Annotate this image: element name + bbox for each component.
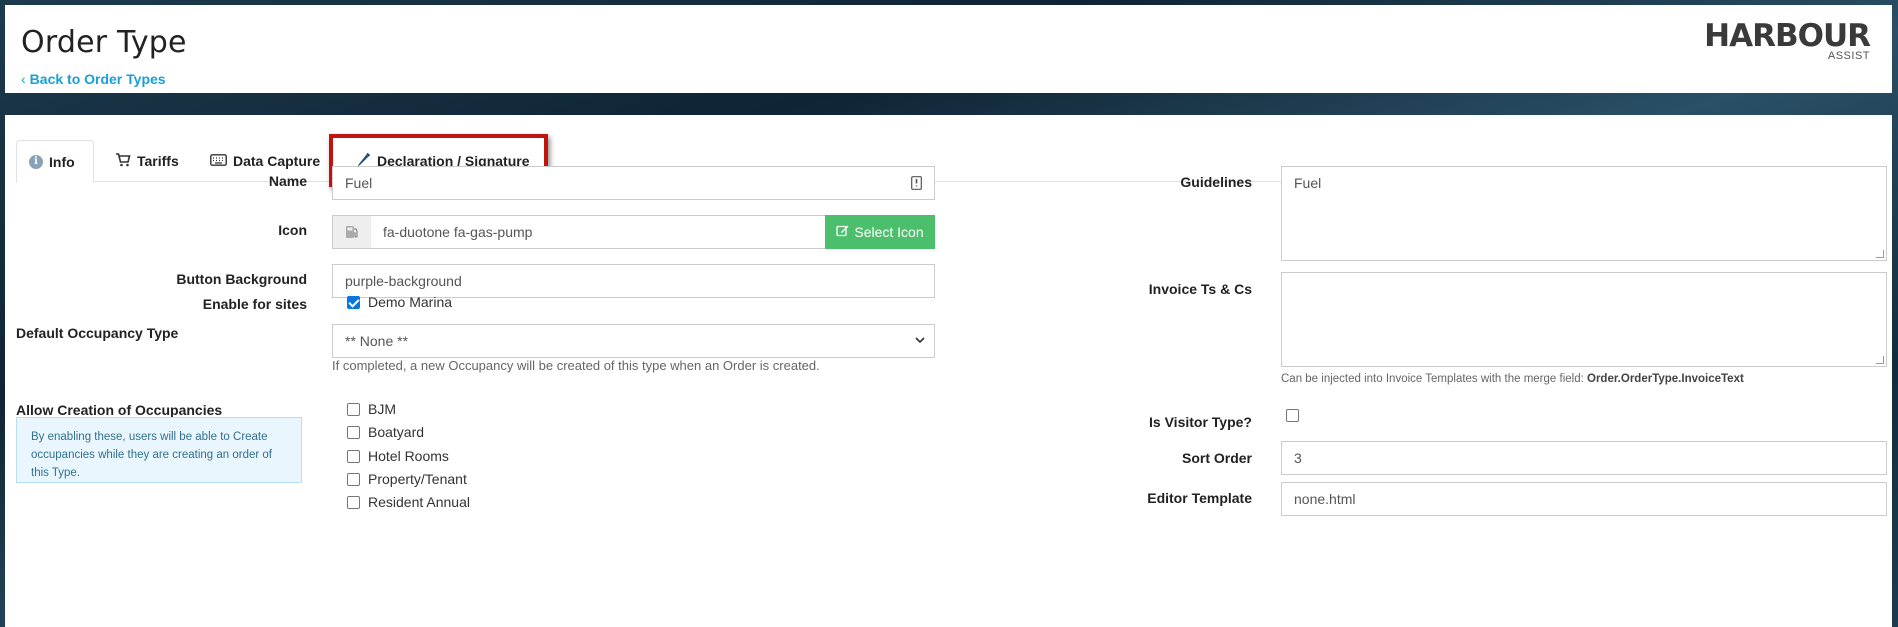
info-icon: i bbox=[29, 154, 43, 169]
occupancy-option[interactable]: Property/Tenant bbox=[347, 471, 467, 487]
guidelines-label: Guidelines bbox=[1180, 174, 1252, 190]
name-field[interactable]: Fuel bbox=[332, 166, 935, 200]
allow-creation-label: Allow Creation of Occupancies bbox=[16, 402, 223, 418]
occupancy-option[interactable]: Boatyard bbox=[347, 424, 424, 440]
guidelines-textarea[interactable]: Fuel bbox=[1281, 166, 1887, 261]
resize-handle[interactable] bbox=[1876, 250, 1884, 258]
occupancy-option[interactable]: Hotel Rooms bbox=[347, 448, 449, 464]
site-demo-marina-checkbox[interactable]: Demo Marina bbox=[347, 294, 452, 310]
back-link-label: Back to Order Types bbox=[29, 71, 166, 87]
edit-icon bbox=[836, 224, 849, 240]
cart-icon bbox=[115, 152, 131, 170]
visitor-type-checkbox[interactable] bbox=[1286, 409, 1299, 422]
name-label: Name bbox=[268, 173, 307, 189]
page-header: Order Type ‹ Back to Order Types HARBOUR… bbox=[5, 5, 1892, 93]
chevron-left-icon: ‹ bbox=[21, 71, 26, 87]
editor-template-label: Editor Template bbox=[1147, 490, 1252, 506]
page-title: Order Type bbox=[21, 25, 187, 60]
icon-field[interactable]: fa-duotone fa-gas-pump bbox=[371, 215, 830, 249]
visitor-type-label: Is Visitor Type? bbox=[1149, 414, 1252, 430]
allow-creation-note: By enabling these, users will be able to… bbox=[16, 417, 302, 483]
gas-pump-icon bbox=[332, 215, 372, 249]
editor-template-field[interactable]: none.html bbox=[1281, 482, 1887, 516]
main-panel: i Info Tariffs Data Capture Declaration … bbox=[5, 115, 1892, 627]
invoice-tc-label: Invoice Ts & Cs bbox=[1148, 281, 1252, 297]
field-info-icon bbox=[911, 176, 922, 193]
sort-order-field[interactable]: 3 bbox=[1281, 441, 1887, 475]
default-occupancy-label: Default Occupancy Type bbox=[16, 325, 179, 341]
sort-order-label: Sort Order bbox=[1181, 450, 1252, 466]
invoice-tc-textarea[interactable] bbox=[1281, 272, 1887, 367]
button-background-field[interactable]: purple-background bbox=[332, 264, 935, 298]
invoice-tc-help: Can be injected into Invoice Templates w… bbox=[1281, 373, 1744, 385]
enable-sites-label: Enable for sites bbox=[202, 296, 307, 312]
icon-label: Icon bbox=[278, 222, 307, 238]
occupancy-option[interactable]: Resident Annual bbox=[347, 494, 470, 510]
keyboard-icon bbox=[210, 153, 227, 169]
harbour-assist-logo: HARBOUR ASSIST bbox=[1704, 18, 1871, 63]
button-background-label: Button Background bbox=[176, 271, 307, 287]
resize-handle[interactable] bbox=[1876, 356, 1884, 364]
select-icon-button[interactable]: Select Icon bbox=[825, 215, 935, 249]
default-occupancy-select[interactable]: ** None ** bbox=[332, 324, 935, 358]
default-occupancy-help: If completed, a new Occupancy will be cr… bbox=[332, 358, 820, 373]
occupancy-option[interactable]: BJM bbox=[347, 401, 396, 417]
chevron-down-icon bbox=[914, 333, 926, 349]
back-to-order-types-link[interactable]: ‹ Back to Order Types bbox=[21, 71, 166, 87]
checkbox-checked[interactable] bbox=[347, 295, 360, 309]
